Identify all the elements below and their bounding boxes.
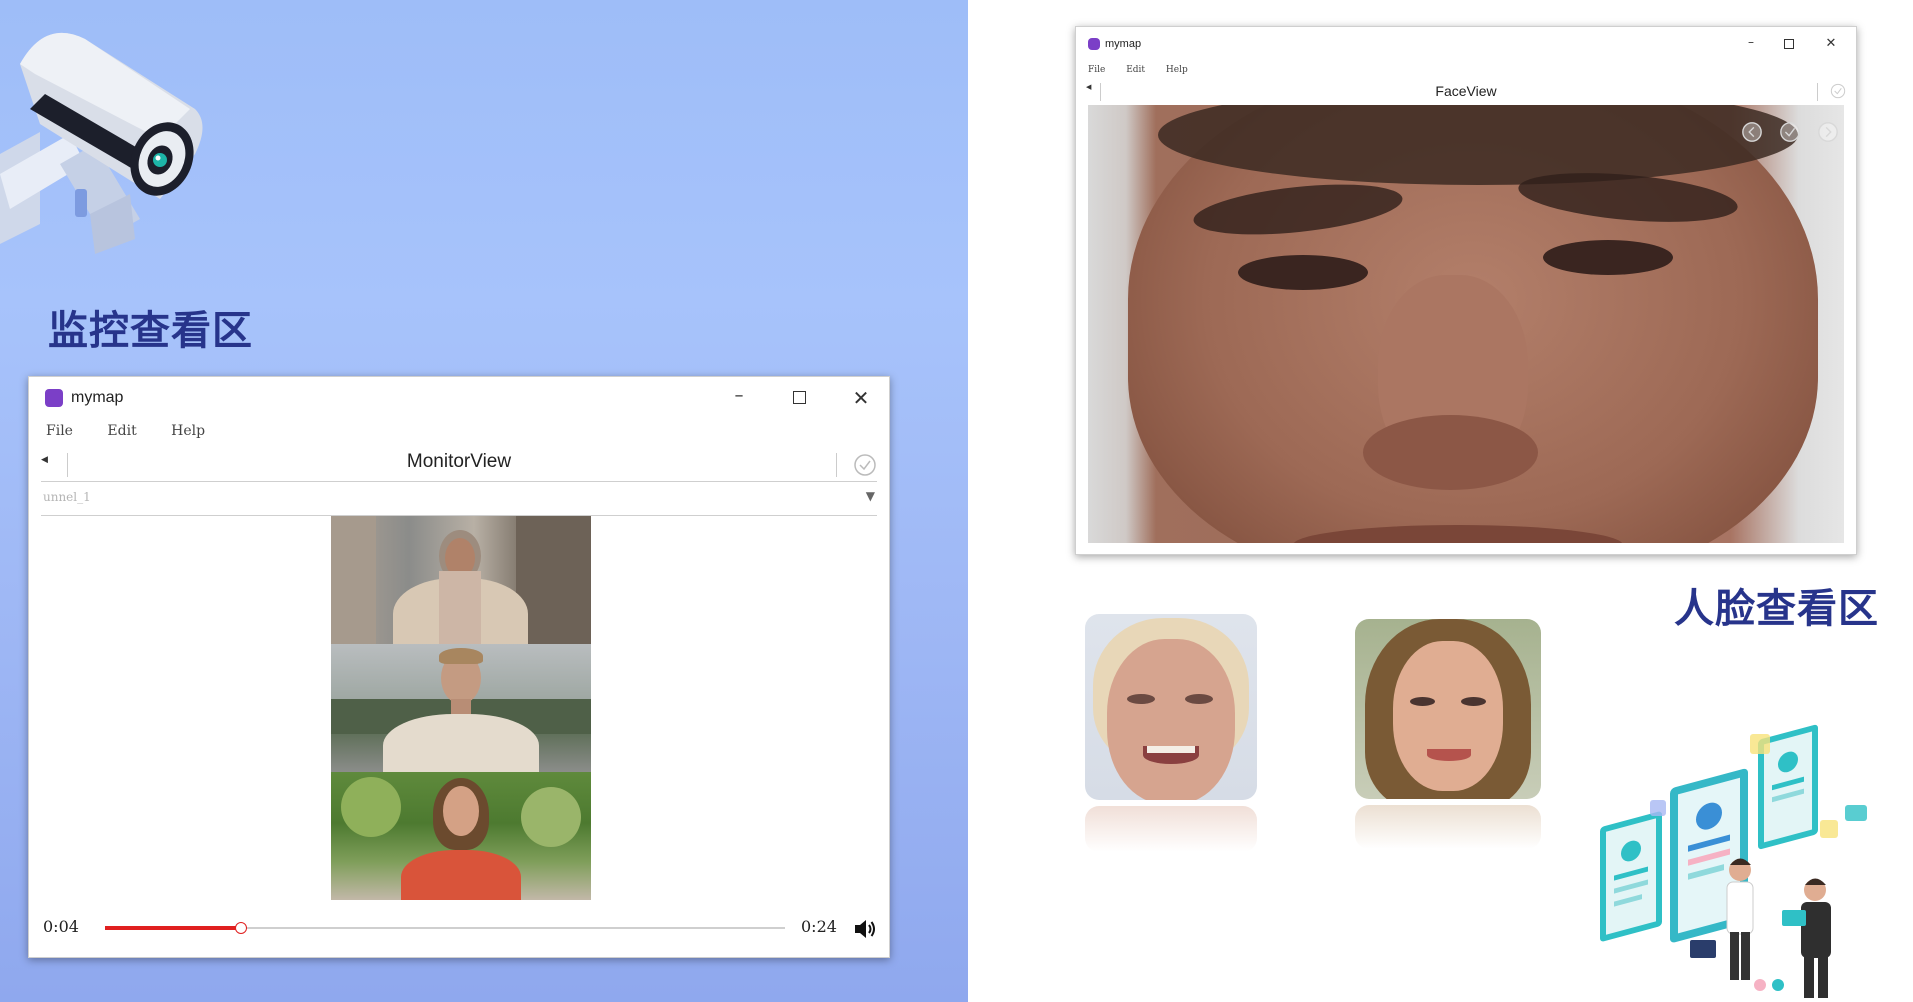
app-logo-icon <box>1088 38 1100 50</box>
close-icon[interactable]: ✕ <box>1816 27 1846 61</box>
video-frame-man <box>331 644 591 772</box>
chevron-down-icon[interactable]: ▼ <box>866 489 875 503</box>
face-section-title: 人脸查看区 <box>1674 586 1879 632</box>
monitor-view-title: MonitorView <box>406 451 512 472</box>
menu-edit[interactable]: Edit <box>1126 65 1145 75</box>
header-divider-right <box>836 453 837 477</box>
check-circle-icon[interactable] <box>853 453 877 477</box>
face-view-title: FaceView <box>1435 83 1497 99</box>
volume-icon[interactable] <box>853 918 877 940</box>
minimize-icon[interactable]: – <box>719 377 759 419</box>
check-circle-icon[interactable] <box>1830 83 1846 99</box>
monitor-view-header: ◀ MonitorView <box>41 447 877 482</box>
close-icon[interactable]: ✕ <box>841 377 881 419</box>
seek-progress-fill <box>105 926 241 930</box>
next-icon[interactable] <box>1817 121 1839 143</box>
menu-help[interactable]: Help <box>171 423 205 439</box>
monitor-menu-bar: File Edit Help <box>46 423 235 439</box>
face-menu-bar: File Edit Help <box>1088 65 1206 75</box>
monitor-section-title: 监控查看区 <box>48 308 253 354</box>
confirm-icon[interactable] <box>1779 121 1801 143</box>
face-window: mymap – ✕ File Edit Help ◀ FaceView <box>1075 26 1857 555</box>
security-camera-illustration <box>0 32 203 254</box>
maximize-icon[interactable] <box>1774 27 1804 61</box>
face-card-elderly-woman[interactable] <box>1085 614 1257 800</box>
monitor-window: mymap – ✕ File Edit Help ◀ MonitorView u… <box>28 376 890 958</box>
current-time: 0:04 <box>43 917 79 936</box>
seek-slider[interactable] <box>105 922 785 934</box>
face-card-blonde-woman[interactable] <box>1355 619 1541 799</box>
maximize-icon[interactable] <box>779 377 819 419</box>
total-time: 0:24 <box>801 917 837 936</box>
previous-icon[interactable] <box>1741 121 1763 143</box>
seek-handle[interactable] <box>235 922 247 934</box>
face-closeup-image <box>1088 105 1844 543</box>
header-divider-right <box>1817 83 1818 101</box>
face-view-header: ◀ FaceView <box>1086 79 1846 103</box>
menu-file[interactable]: File <box>1088 65 1105 75</box>
channel-select[interactable]: unnel_1 ▼ <box>41 481 877 516</box>
video-frame-woman-red <box>331 772 591 900</box>
monitor-window-app-name: mymap <box>71 389 124 406</box>
app-logo-icon <box>45 389 63 407</box>
menu-file[interactable]: File <box>46 423 73 439</box>
minimize-icon[interactable]: – <box>1736 27 1766 61</box>
people-profile-illustration <box>1600 724 1867 998</box>
channel-select-value: unnel_1 <box>43 490 91 504</box>
face-window-app-name: mymap <box>1105 38 1142 50</box>
face-card-blonde-woman-reflection <box>1355 805 1541 849</box>
menu-edit[interactable]: Edit <box>107 423 136 439</box>
face-card-elderly-woman-reflection <box>1085 806 1257 852</box>
video-frame-woman-headscarf <box>331 516 591 644</box>
menu-help[interactable]: Help <box>1166 65 1188 75</box>
monitor-window-titlebar: mymap <box>29 377 889 419</box>
